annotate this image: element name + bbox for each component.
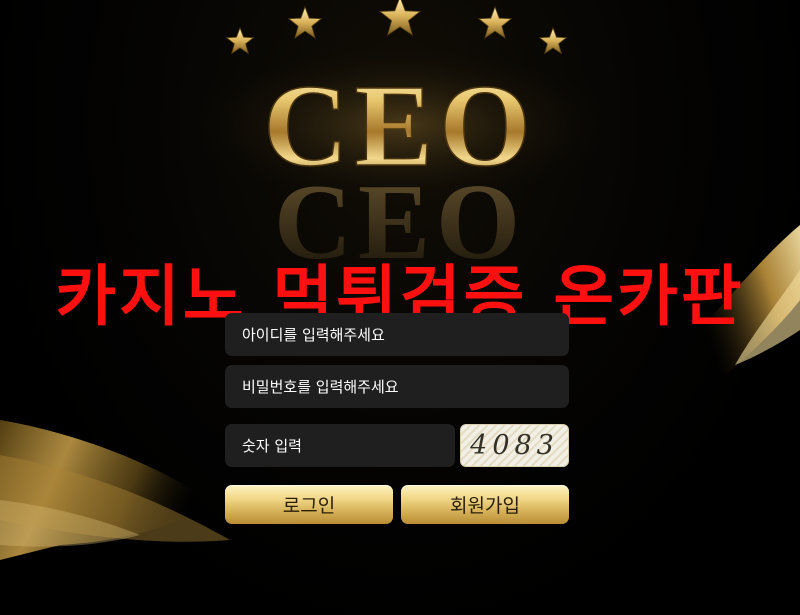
username-input[interactable] bbox=[225, 313, 569, 356]
captcha-image[interactable]: 4083 bbox=[460, 424, 569, 467]
password-input[interactable] bbox=[225, 365, 569, 408]
captcha-input[interactable] bbox=[225, 424, 455, 467]
signup-button[interactable]: 회원가입 bbox=[401, 485, 569, 524]
login-button[interactable]: 로그인 bbox=[225, 485, 393, 524]
login-page: CEO CEO 카지노 먹튀검증 온카판 4083 로그인 회원가입 bbox=[0, 0, 800, 615]
svg-text:CEO: CEO bbox=[274, 163, 526, 270]
ceo-logo: CEO CEO bbox=[170, 40, 630, 270]
captcha-code: 4083 bbox=[470, 430, 559, 461]
